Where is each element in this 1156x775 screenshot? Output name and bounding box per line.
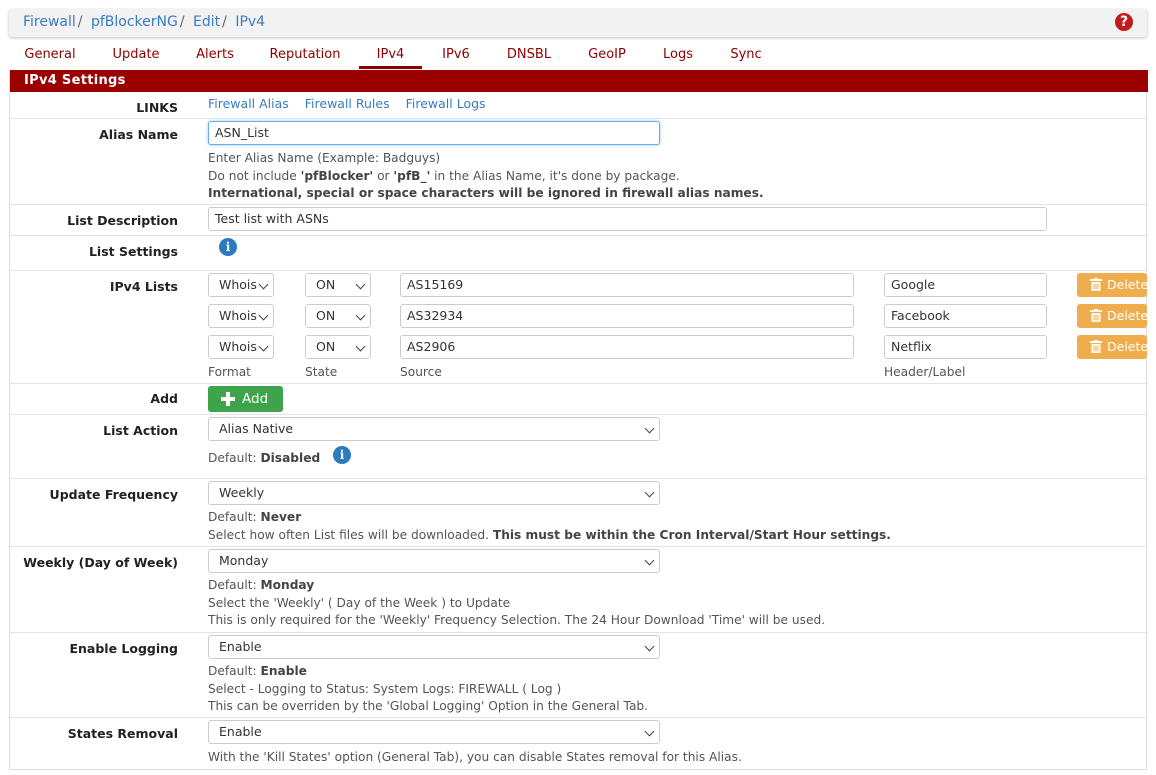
tab-ipv6[interactable]: IPv6 [433,45,479,69]
link-firewall-logs[interactable]: Firewall Logs [406,96,486,111]
links-label: LINKS [136,100,178,115]
chevron-down-icon [644,423,655,434]
source-input[interactable]: AS15169 [400,273,854,297]
delete-button[interactable]: Delete [1077,335,1147,359]
states-removal-select[interactable]: Enable [208,720,660,744]
header-label-input[interactable]: Google [884,273,1047,297]
tab-reputation[interactable]: Reputation [263,45,347,69]
alias-name-row: Alias Name ASN_List Enter Alias Name (Ex… [10,119,1148,205]
chevron-down-icon [258,341,269,352]
breadcrumb-firewall[interactable]: Firewall [23,14,76,30]
trash-icon [1090,340,1102,353]
column-state: State [305,365,338,379]
format-select[interactable]: Whois [208,304,274,328]
state-select[interactable]: ON [305,335,371,359]
chevron-down-icon [355,341,366,352]
list-settings-info-icon[interactable]: i [219,238,237,256]
column-format: Format [208,365,251,379]
ipv4-lists-label: IPv4 Lists [109,279,178,294]
settings-panel: IPv4 Settings LINKS Firewall Alias Firew… [9,70,1148,770]
enable-logging-label: Enable Logging [69,641,178,656]
links-content: Firewall Alias Firewall Rules Firewall L… [208,96,498,111]
weekly-select[interactable]: Monday [208,549,660,573]
list-action-label: List Action [103,423,178,438]
chevron-down-icon [355,279,366,290]
source-input[interactable]: AS2906 [400,335,854,359]
enable-logging-row: Enable Logging Enable Default: Enable Se… [10,633,1148,718]
breadcrumb: Firewall / pfBlockerNG / Edit / IPv4 [23,14,266,30]
list-action-info-icon[interactable]: i [333,446,351,464]
list-action-row: List Action Alias Native Default: Disabl… [10,415,1148,479]
breadcrumb-bar: Firewall / pfBlockerNG / Edit / IPv4 ? [9,9,1147,37]
enable-logging-help: Default: Enable Select - Logging to Stat… [208,664,649,713]
format-select[interactable]: Whois [208,335,274,359]
states-removal-label: States Removal [67,726,178,741]
breadcrumb-pfblockerng[interactable]: pfBlockerNG [91,14,178,30]
source-input[interactable]: AS32934 [400,304,854,328]
state-select[interactable]: ON [305,273,371,297]
chevron-down-icon [644,641,655,652]
alias-name-help: Enter Alias Name (Example: Badguys) Do n… [208,151,764,200]
update-frequency-help: Default: Never Select how often List fil… [208,510,891,542]
tab-dnsbl[interactable]: DNSBL [499,45,559,69]
ipv4-lists-row: IPv4 Lists Whois ON AS15169 Google Delet… [10,271,1148,384]
weekly-help: Default: Monday Select the 'Weekly' ( Da… [208,578,826,627]
states-removal-row: States Removal Enable With the 'Kill Sta… [10,718,1148,770]
list-settings-row: List Settings i [10,236,1148,271]
tab-ipv4[interactable]: IPv4 [359,45,422,69]
tab-sync[interactable]: Sync [721,45,771,69]
add-row: Add Add [10,384,1148,415]
weekly-row: Weekly (Day of Week) Monday Default: Mon… [10,547,1148,633]
alias-name-label: Alias Name [99,127,178,142]
add-button[interactable]: Add [208,386,283,412]
column-header-label: Header/Label [884,365,966,379]
alias-name-input[interactable]: ASN_List [208,121,660,145]
tab-logs[interactable]: Logs [653,45,703,69]
chevron-down-icon [258,279,269,290]
list-description-row: List Description Test list with ASNs [10,205,1148,236]
trash-icon [1090,278,1102,291]
header-label-input[interactable]: Facebook [884,304,1047,328]
delete-button[interactable]: Delete [1077,304,1147,328]
breadcrumb-edit[interactable]: Edit [193,14,220,30]
link-firewall-rules[interactable]: Firewall Rules [305,96,390,111]
list-action-default: Default: Disabled [208,451,321,465]
links-row: LINKS Firewall Alias Firewall Rules Fire… [10,92,1148,119]
list-settings-label: List Settings [88,244,178,259]
tab-alerts[interactable]: Alerts [187,45,243,69]
enable-logging-select[interactable]: Enable [208,635,660,659]
help-icon[interactable]: ? [1115,13,1133,31]
panel-title: IPv4 Settings [10,70,1148,92]
breadcrumb-ipv4[interactable]: IPv4 [235,14,265,30]
weekly-label: Weekly (Day of Week) [23,555,178,570]
header-label-input[interactable]: Netflix [884,335,1047,359]
update-frequency-label: Update Frequency [49,487,178,502]
list-description-input[interactable]: Test list with ASNs [208,207,1047,231]
tab-update[interactable]: Update [101,45,171,69]
list-action-select[interactable]: Alias Native [208,417,660,441]
chevron-down-icon [644,726,655,737]
format-select[interactable]: Whois [208,273,274,297]
tab-geoip[interactable]: GeoIP [577,45,637,69]
chevron-down-icon [644,555,655,566]
column-source: Source [400,365,442,379]
add-label: Add [150,391,178,406]
list-description-label: List Description [67,213,178,228]
plus-icon [221,392,235,406]
link-firewall-alias[interactable]: Firewall Alias [208,96,289,111]
chevron-down-icon [355,310,366,321]
tab-general[interactable]: General [17,45,83,69]
chevron-down-icon [258,310,269,321]
update-frequency-row: Update Frequency Weekly Default: Never S… [10,479,1148,547]
chevron-down-icon [644,487,655,498]
update-frequency-select[interactable]: Weekly [208,481,660,505]
state-select[interactable]: ON [305,304,371,328]
states-removal-help: With the 'Kill States' option (General T… [208,750,742,764]
trash-icon [1090,309,1102,322]
delete-button[interactable]: Delete [1077,273,1147,297]
